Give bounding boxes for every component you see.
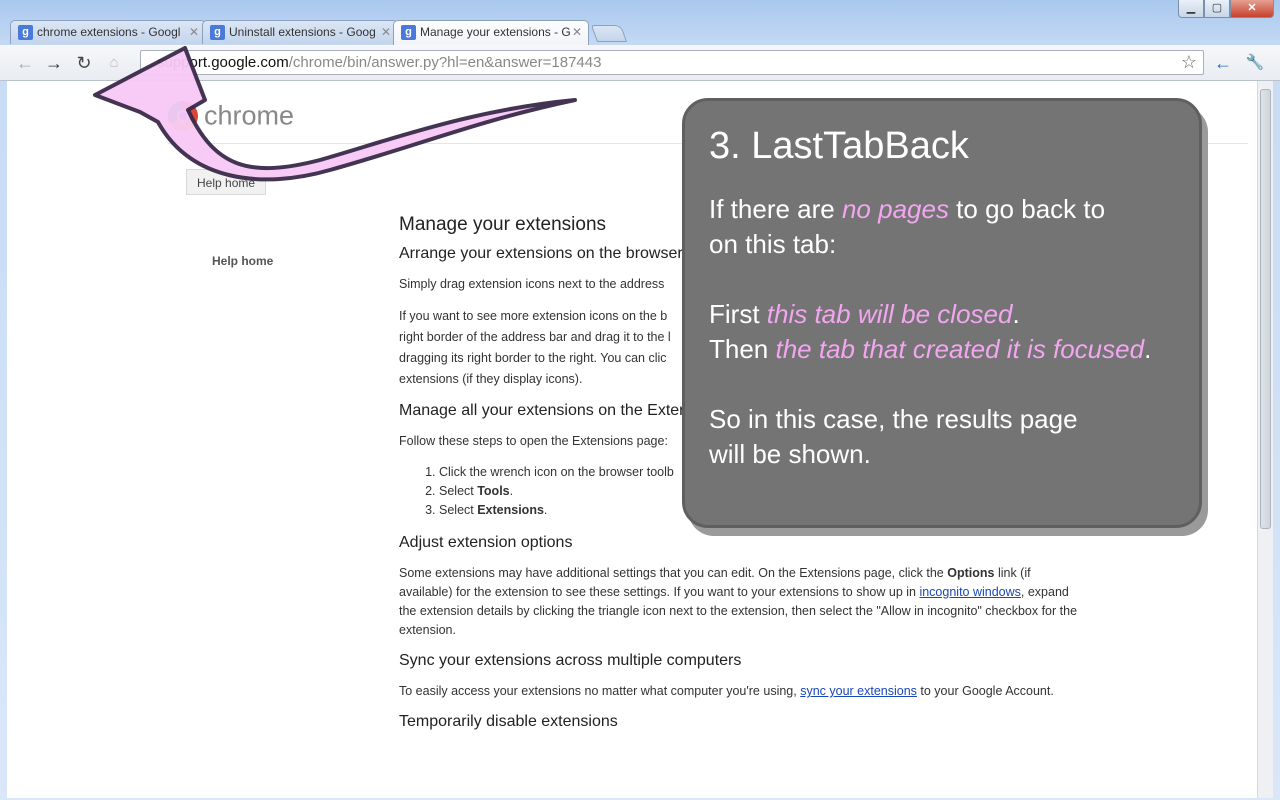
- chrome-logo-icon: [168, 100, 198, 131]
- text: To easily access your extensions no matt…: [399, 684, 801, 698]
- address-bar[interactable]: support.google.com/chrome/bin/answer.py?…: [140, 50, 1204, 75]
- step-text: Click the wrench icon on the browser too…: [439, 465, 674, 479]
- tab-close-icon[interactable]: ✕: [189, 25, 199, 39]
- tab-close-icon[interactable]: ✕: [381, 25, 391, 39]
- text-line: extensions (if they display icons).: [399, 372, 583, 386]
- callout-line: If there are no pages to go back to: [709, 192, 1175, 227]
- reload-icon[interactable]: ↻: [73, 52, 95, 74]
- url-path: /chrome/bin/answer.py?hl=en&answer=18744…: [288, 54, 602, 71]
- minimize-button[interactable]: ▁: [1178, 0, 1204, 18]
- back-arrow-icon[interactable]: ←: [14, 52, 36, 74]
- text: to your Google Account.: [916, 684, 1054, 698]
- sync-extensions-link[interactable]: sync your extensions: [800, 684, 917, 698]
- step-text: Select: [439, 484, 478, 498]
- chrome-logo: chrome: [168, 99, 294, 139]
- vertical-scrollbar[interactable]: [1257, 81, 1273, 798]
- logo-text: chrome: [204, 100, 295, 131]
- text-line: dragging its right border to the right. …: [399, 351, 667, 365]
- url-host: support.google.com: [157, 54, 289, 71]
- paragraph: To easily access your extensions no matt…: [399, 682, 1079, 701]
- browser-window: ▁ ▢ ✕ g chrome extensions - Googl ✕ g Un…: [0, 0, 1280, 800]
- section-heading: Sync your extensions across multiple com…: [399, 652, 742, 669]
- window-controls: ▁ ▢ ✕: [1178, 0, 1274, 18]
- callout-text: .: [1144, 334, 1152, 364]
- callout-text: .: [1012, 299, 1020, 329]
- wrench-menu-icon[interactable]: 🔧: [1244, 52, 1266, 74]
- google-favicon-icon: g: [18, 25, 33, 40]
- new-tab-button[interactable]: [590, 25, 628, 42]
- tab-manage-extensions[interactable]: g Manage your extensions - G ✕: [393, 20, 589, 45]
- lasttabback-callout: 3. LastTabBack If there are no pages to …: [682, 98, 1202, 528]
- callout-text: If there are: [709, 194, 842, 224]
- last-tab-back-extension-icon[interactable]: ←: [1212, 52, 1234, 74]
- google-favicon-icon: g: [401, 25, 416, 40]
- google-favicon-icon: g: [210, 25, 225, 40]
- callout-highlight: this tab will be closed: [766, 299, 1013, 329]
- browser-toolbar: ← → ↻ ⌂ support.google.com/chrome/bin/an…: [0, 45, 1280, 81]
- section-heading: Temporarily disable extensions: [399, 713, 618, 730]
- bookmark-star-icon[interactable]: ☆: [1181, 51, 1197, 74]
- tab-chrome-extensions[interactable]: g chrome extensions - Googl ✕: [10, 20, 206, 44]
- callout-highlight: no pages: [841, 194, 949, 224]
- paragraph: Some extensions may have additional sett…: [399, 564, 1079, 640]
- text-bold: Options: [947, 566, 995, 580]
- text-line: right border of the address bar and drag…: [399, 330, 671, 344]
- callout-line: on this tab:: [709, 229, 837, 259]
- breadcrumb[interactable]: Help home: [186, 169, 267, 195]
- callout-line: First this tab will be closed.: [709, 297, 1175, 332]
- step-bold: Tools: [477, 484, 510, 498]
- callout-line: Then the tab that created it is focused.: [709, 332, 1175, 367]
- sidebar-help-home-link[interactable]: Help home: [212, 254, 273, 268]
- callout-title: 3. LastTabBack: [709, 125, 969, 167]
- callout-body: If there are no pages to go back to on t…: [709, 192, 1175, 472]
- incognito-windows-link[interactable]: incognito windows: [919, 585, 1020, 599]
- maximize-button[interactable]: ▢: [1204, 0, 1230, 18]
- tab-strip: g chrome extensions - Googl ✕ g Uninstal…: [10, 20, 1010, 45]
- tab-title: Uninstall extensions - Goog: [229, 25, 376, 39]
- tab-title: chrome extensions - Googl: [37, 25, 181, 39]
- callout-highlight: the tab that created it is focused: [775, 334, 1145, 364]
- section-heading: Adjust extension options: [399, 534, 573, 551]
- text-line: If you want to see more extension icons …: [399, 309, 668, 323]
- home-icon[interactable]: ⌂: [103, 52, 125, 74]
- step-bold: Extensions: [477, 503, 544, 517]
- step-text: .: [509, 484, 514, 498]
- tab-close-icon[interactable]: ✕: [572, 25, 582, 39]
- step-text: Select: [439, 503, 478, 517]
- step-text: .: [543, 503, 548, 517]
- callout-text: Then: [709, 334, 776, 364]
- close-window-button[interactable]: ✕: [1230, 0, 1274, 18]
- tab-uninstall-extensions[interactable]: g Uninstall extensions - Goog ✕: [202, 20, 398, 44]
- callout-line: So in this case, the results page: [709, 404, 1078, 434]
- scrollbar-thumb[interactable]: [1260, 89, 1271, 529]
- tab-title: Manage your extensions - G: [420, 25, 571, 39]
- callout-text: to go back to: [948, 194, 1106, 224]
- text: Some extensions may have additional sett…: [399, 566, 948, 580]
- forward-arrow-icon[interactable]: →: [43, 52, 65, 74]
- callout-text: First: [709, 299, 767, 329]
- callout-line: will be shown.: [709, 439, 871, 469]
